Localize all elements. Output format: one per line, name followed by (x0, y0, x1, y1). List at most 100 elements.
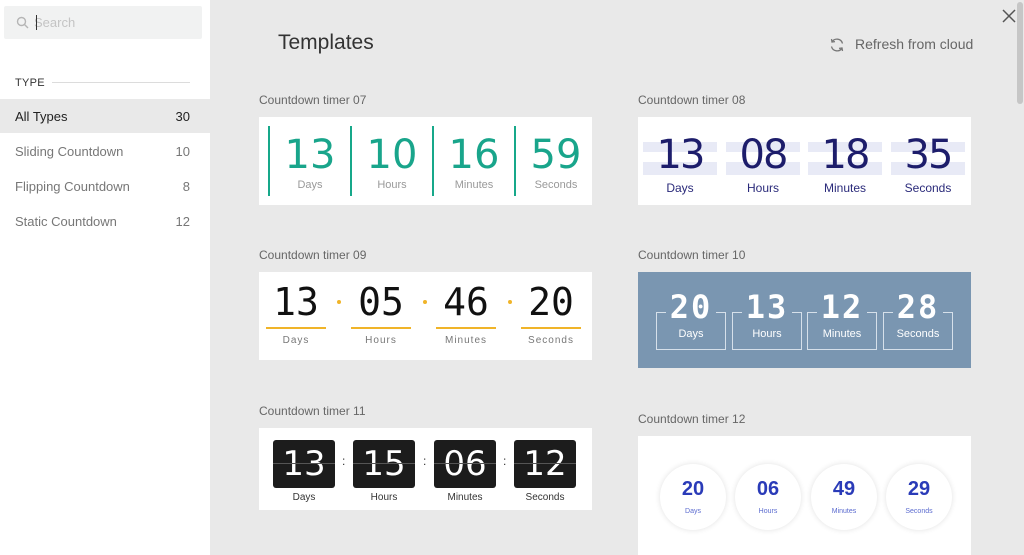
timer-value: 13 (284, 132, 336, 178)
flip-card: 06 (434, 440, 496, 488)
timer-value: 18 (821, 132, 871, 178)
timer-label: Days (297, 179, 323, 191)
timer-unit-days: 20 Days (660, 464, 726, 530)
refresh-label: Refresh from cloud (855, 36, 974, 52)
timer-value: 15 (362, 444, 406, 484)
timer-unit-minutes: 16 Minutes (432, 126, 512, 196)
timer-label: Minutes (444, 335, 487, 346)
timer-value: 46 (443, 280, 489, 324)
template-name: Countdown timer 08 (638, 93, 746, 107)
timer-value: 20 (669, 288, 713, 326)
timer-value: 29 (907, 478, 931, 500)
timer-unit-minutes: 12 Minutes (807, 288, 877, 350)
timer-value: 20 (528, 280, 574, 324)
template-card-10[interactable]: 20 Days 13 Hours 12 Minutes 28 Seconds (638, 272, 971, 368)
timer-value: 13 (745, 288, 789, 326)
timer-label: Minutes (454, 179, 494, 191)
timer-value: 06 (443, 444, 487, 484)
timer-label: Hours (370, 492, 398, 503)
divider (52, 82, 190, 83)
category-label: Sliding Countdown (15, 144, 124, 159)
accent-underline (351, 327, 411, 329)
timer-label: Days (666, 181, 694, 195)
accent-underline (521, 327, 581, 329)
template-card-11[interactable]: 13 Days : 15 Hours : 06 Minutes : 12 Seconds (259, 428, 592, 510)
timer-value: 08 (739, 132, 789, 178)
page-title: Templates (278, 31, 374, 54)
timer-label: Days (292, 492, 316, 503)
category-label: All Types (15, 109, 68, 124)
timer-value: 05 (358, 280, 404, 324)
refresh-icon (830, 38, 844, 52)
search-box[interactable] (4, 6, 202, 39)
timer-unit-hours: 10 Hours (350, 126, 430, 196)
timer-label: Hours (752, 328, 782, 340)
template-name: Countdown timer 09 (259, 248, 367, 262)
flip-card: 13 (273, 440, 335, 488)
template-name: Countdown timer 11 (259, 404, 366, 418)
scrollbar-thumb[interactable] (1017, 2, 1023, 104)
category-flipping-countdown[interactable]: Flipping Countdown 8 (0, 169, 210, 203)
category-count: 8 (182, 179, 190, 194)
timer-unit-seconds: 29 Seconds (886, 464, 952, 530)
timer-label: Minutes (823, 181, 867, 195)
timer-label: Minutes (447, 492, 483, 503)
accent-underline (266, 327, 326, 329)
timer-unit-seconds: 28 Seconds (883, 288, 953, 350)
timer-unit-seconds: 35 Seconds (891, 129, 965, 199)
template-card-07[interactable]: 13 Days 10 Hours 16 Minutes 59 Seconds (259, 117, 592, 205)
template-name: Countdown timer 12 (638, 412, 746, 426)
template-card-12[interactable]: 20 Days 06 Hours 49 Minutes 29 Seconds (638, 436, 971, 555)
timer-value: 59 (530, 132, 582, 178)
timer-value: 12 (820, 288, 864, 326)
timer-label: Days (282, 335, 310, 346)
timer-label: Seconds (905, 508, 933, 515)
timer-unit-seconds: 20 Seconds (521, 280, 581, 350)
separator-colon: : (423, 454, 427, 468)
close-icon[interactable] (1001, 8, 1017, 24)
search-input[interactable] (34, 12, 194, 32)
category-label: Flipping Countdown (15, 179, 130, 194)
flip-card: 15 (353, 440, 415, 488)
category-static-countdown[interactable]: Static Countdown 12 (0, 204, 210, 238)
timer-label: Seconds (528, 335, 574, 346)
timer-value: 16 (448, 132, 500, 178)
template-name: Countdown timer 07 (259, 93, 367, 107)
timer-unit-days: 13 Days (643, 129, 717, 199)
template-card-09[interactable]: 13 Days 05 Hours 46 Minutes 20 Seconds (259, 272, 592, 360)
timer-unit-hours: 08 Hours (726, 129, 800, 199)
timer-value: 20 (681, 478, 705, 500)
timer-unit-minutes: 46 Minutes (436, 280, 496, 350)
timer-unit-seconds: 12 Seconds (514, 440, 576, 506)
sidebar: TYPE All Types 30 Sliding Countdown 10 F… (0, 0, 210, 555)
category-count: 30 (175, 109, 190, 124)
scrollbar[interactable] (1016, 0, 1024, 555)
timer-unit-minutes: 49 Minutes (811, 464, 877, 530)
timer-label: Hours (365, 335, 397, 346)
timer-label: Seconds (896, 328, 940, 340)
timer-unit-minutes: 06 Minutes (434, 440, 496, 506)
separator-dot (423, 300, 427, 304)
timer-value: 49 (832, 478, 856, 500)
template-card-08[interactable]: 13 Days 08 Hours 18 Minutes 35 Seconds (638, 117, 971, 205)
timer-value: 13 (656, 132, 706, 178)
timer-unit-hours: 15 Hours (353, 440, 415, 506)
search-icon (16, 16, 29, 29)
timer-label: Hours (758, 508, 778, 515)
category-all-types[interactable]: All Types 30 (0, 99, 210, 133)
separator-dot (337, 300, 341, 304)
timer-value: 13 (282, 444, 326, 484)
timer-value: 12 (523, 444, 567, 484)
timer-label: Seconds (904, 181, 952, 195)
refresh-from-cloud-button[interactable]: Refresh from cloud (829, 36, 979, 54)
timer-value: 10 (366, 132, 418, 178)
type-heading: TYPE (15, 77, 45, 89)
timer-unit-days: 20 Days (656, 288, 726, 350)
category-sliding-countdown[interactable]: Sliding Countdown 10 (0, 134, 210, 168)
timer-unit-days: 13 Days (268, 126, 348, 196)
timer-label: Minutes (822, 328, 862, 340)
separator-dot (508, 300, 512, 304)
category-count: 10 (175, 144, 190, 159)
timer-label: Hours (746, 181, 779, 195)
template-name: Countdown timer 10 (638, 248, 746, 262)
